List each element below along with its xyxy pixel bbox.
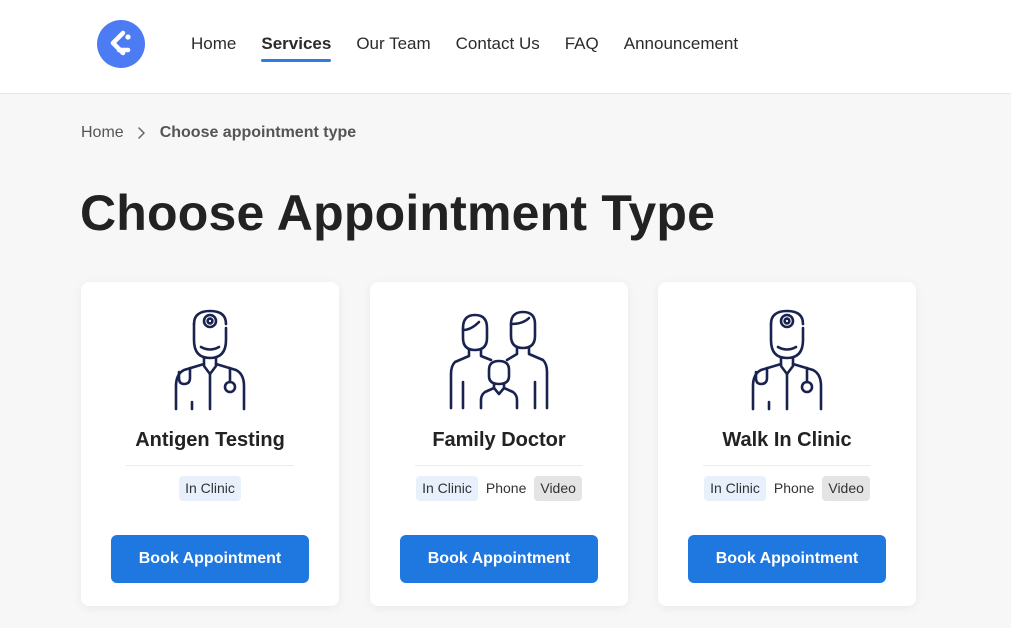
card-divider	[415, 465, 583, 466]
breadcrumb: Home Choose appointment type	[81, 124, 356, 142]
nav-item-home[interactable]: Home	[191, 34, 236, 60]
tag-in-clinic: In Clinic	[416, 476, 478, 501]
card-divider	[126, 465, 294, 466]
tag-in-clinic: In Clinic	[179, 476, 241, 501]
appointment-card-family-doctor: Family Doctor In Clinic Phone Video Book…	[370, 282, 628, 606]
book-appointment-button[interactable]: Book Appointment	[688, 535, 886, 583]
card-title: Antigen Testing	[135, 429, 285, 451]
nav-item-faq[interactable]: FAQ	[565, 34, 599, 60]
tag-video: Video	[822, 476, 870, 501]
family-icon	[449, 310, 549, 410]
appointment-card-antigen-testing: Antigen Testing In Clinic Book Appointme…	[81, 282, 339, 606]
book-appointment-button[interactable]: Book Appointment	[111, 535, 309, 583]
breadcrumb-home-link[interactable]: Home	[81, 124, 124, 142]
tag-video: Video	[534, 476, 582, 501]
card-tags: In Clinic Phone Video	[370, 476, 628, 501]
tag-phone: Phone	[773, 480, 815, 496]
card-tags: In Clinic Phone Video	[658, 476, 916, 501]
page-title: Choose Appointment Type	[80, 185, 716, 241]
appointment-card-walk-in-clinic: Walk In Clinic In Clinic Phone Video Boo…	[658, 282, 916, 606]
doctor-icon	[751, 309, 823, 411]
nav-item-contact-us[interactable]: Contact Us	[456, 34, 540, 60]
site-header: Home Services Our Team Contact Us FAQ An…	[0, 0, 1011, 94]
breadcrumb-current: Choose appointment type	[159, 124, 357, 141]
card-tags: In Clinic	[81, 476, 339, 501]
nav-item-our-team[interactable]: Our Team	[356, 34, 430, 60]
card-divider	[703, 465, 871, 466]
tag-phone: Phone	[485, 480, 527, 496]
book-appointment-button[interactable]: Book Appointment	[400, 535, 598, 583]
nav-item-services[interactable]: Services	[261, 34, 331, 62]
nav-item-announcement[interactable]: Announcement	[624, 34, 738, 60]
tag-in-clinic: In Clinic	[704, 476, 766, 501]
main-nav: Home Services Our Team Contact Us FAQ An…	[191, 34, 763, 62]
card-title: Walk In Clinic	[722, 429, 852, 451]
brand-logo-icon[interactable]	[97, 20, 145, 68]
doctor-icon	[174, 309, 246, 411]
chevron-right-icon	[137, 127, 145, 139]
card-title: Family Doctor	[432, 429, 566, 451]
